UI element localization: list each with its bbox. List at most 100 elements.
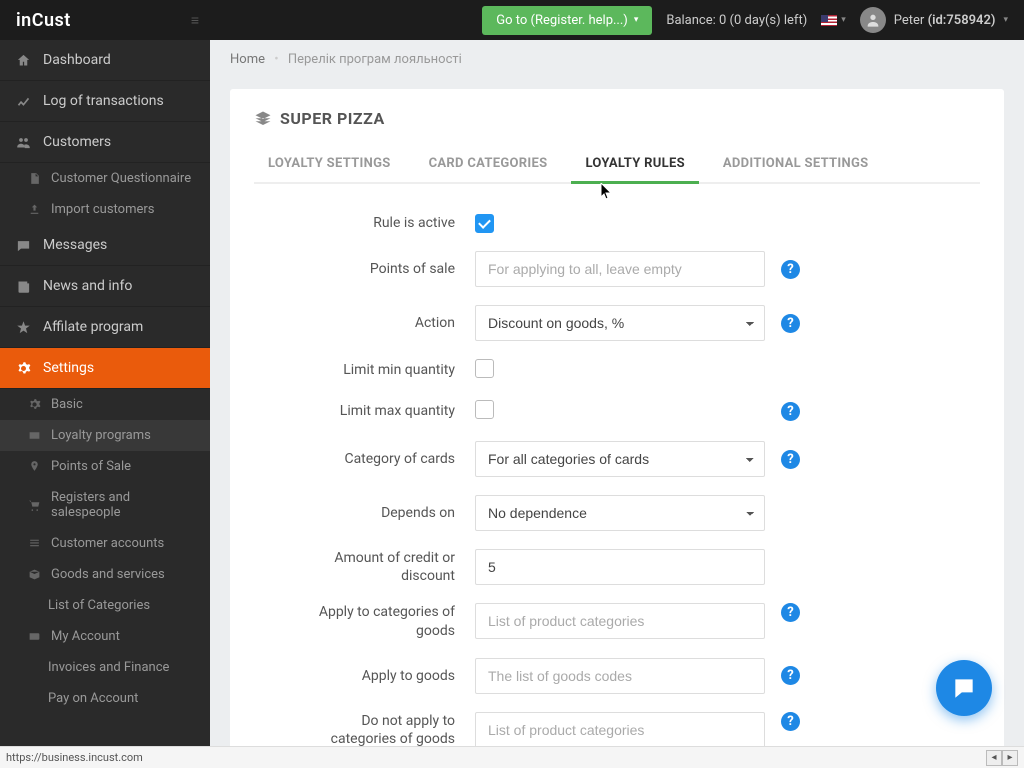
layers-icon <box>254 110 272 128</box>
sub-label: List of Categories <box>48 598 150 613</box>
scroll-right[interactable]: ▸ <box>1002 750 1018 766</box>
breadcrumb-sep: • <box>274 52 278 67</box>
chevron-down-icon: ▾ <box>841 15 846 25</box>
chevron-down-icon: ▾ <box>1003 15 1008 25</box>
help-icon[interactable]: ? <box>781 712 800 731</box>
gear-icon <box>28 398 41 411</box>
breadcrumb-home[interactable]: Home <box>230 52 265 67</box>
menu-toggle-icon[interactable]: ≡ <box>191 12 199 29</box>
cart-icon <box>28 499 41 512</box>
goto-label: Go to (Register. help...) <box>496 13 628 28</box>
chat-icon <box>951 675 977 701</box>
sub-label: Import customers <box>51 202 154 217</box>
label-rule-active: Rule is active <box>294 214 459 232</box>
balance-text: Balance: 0 (0 day(s) left) <box>666 13 807 28</box>
sub-label: Registers and salespeople <box>51 490 194 520</box>
help-icon[interactable]: ? <box>781 603 800 622</box>
news-icon <box>16 279 31 294</box>
tabs: LOYALTY SETTINGS CARD CATEGORIES LOYALTY… <box>254 146 980 184</box>
settings-goods[interactable]: Goods and services <box>0 559 210 590</box>
input-apply-cat[interactable] <box>475 603 765 639</box>
tab-card-categories[interactable]: CARD CATEGORIES <box>415 146 562 184</box>
sidebar-item-settings[interactable]: Settings <box>0 348 210 389</box>
settings-basic[interactable]: Basic <box>0 389 210 420</box>
select-action[interactable]: Discount on goods, % <box>475 305 765 341</box>
status-bar: https://business.incust.com ◂ ▸ <box>0 746 1024 768</box>
page-title: SUPER PIZZA <box>254 109 980 128</box>
sidebar-label: Messages <box>43 237 107 253</box>
home-icon <box>16 53 31 68</box>
chevron-down-icon: ▾ <box>634 15 639 25</box>
help-icon[interactable]: ? <box>781 450 800 469</box>
label-depends: Depends on <box>294 504 459 522</box>
gear-icon <box>16 361 31 376</box>
goto-button[interactable]: Go to (Register. help...) ▾ <box>482 6 652 35</box>
chat-fab[interactable] <box>936 660 992 716</box>
help-icon[interactable]: ? <box>781 402 800 421</box>
sidebar-item-customers[interactable]: Customers <box>0 122 210 163</box>
input-amount[interactable] <box>475 549 765 585</box>
box-icon <box>28 568 41 581</box>
sidebar-label: Customers <box>43 134 111 150</box>
sub-label: Basic <box>51 397 83 412</box>
settings-registers[interactable]: Registers and salespeople <box>0 482 210 528</box>
user-name: Peter (id:758942) <box>894 13 996 28</box>
label-apply-cat: Apply to categories of goods <box>294 603 459 639</box>
help-icon[interactable]: ? <box>781 260 800 279</box>
checkbox-rule-active[interactable] <box>475 214 494 233</box>
input-apply-goods[interactable] <box>475 658 765 694</box>
sidebar-item-messages[interactable]: Messages <box>0 225 210 266</box>
input-not-apply-cat[interactable] <box>475 712 765 748</box>
label-apply-goods: Apply to goods <box>294 667 459 685</box>
list-icon <box>28 537 41 550</box>
select-category-cards[interactable]: For all categories of cards <box>475 441 765 477</box>
user-menu[interactable]: Peter (id:758942) ▾ <box>860 7 1008 33</box>
doc-icon <box>28 172 41 185</box>
checkbox-limit-min[interactable] <box>475 359 494 378</box>
sidebar-item-log[interactable]: Log of transactions <box>0 81 210 122</box>
wallet-icon <box>28 630 41 643</box>
help-icon[interactable]: ? <box>781 666 800 685</box>
sidebar-item-affiliate[interactable]: Affilate program <box>0 307 210 348</box>
settings-payaccount[interactable]: Pay on Account <box>0 683 210 714</box>
sidebar-item-dashboard[interactable]: Dashboard <box>0 40 210 81</box>
settings-myaccount[interactable]: My Account <box>0 621 210 652</box>
help-icon[interactable]: ? <box>781 314 800 333</box>
sidebar-item-news[interactable]: News and info <box>0 266 210 307</box>
logo: inCust <box>16 10 71 31</box>
checkbox-limit-max[interactable] <box>475 400 494 419</box>
settings-pos[interactable]: Points of Sale <box>0 451 210 482</box>
tab-loyalty-settings[interactable]: LOYALTY SETTINGS <box>254 146 405 184</box>
chart-icon <box>16 94 31 109</box>
sidebar-label: Affilate program <box>43 319 143 335</box>
label-not-apply-cat: Do not apply to categories of goods <box>294 712 459 748</box>
settings-invoices[interactable]: Invoices and Finance <box>0 652 210 683</box>
pin-icon <box>28 460 41 473</box>
input-pos[interactable] <box>475 251 765 287</box>
sub-label: Invoices and Finance <box>48 660 169 675</box>
tab-loyalty-rules[interactable]: LOYALTY RULES <box>571 146 698 184</box>
settings-loyalty[interactable]: Loyalty programs <box>0 420 210 451</box>
settings-accounts[interactable]: Customer accounts <box>0 528 210 559</box>
sidebar-label: Log of transactions <box>43 93 164 109</box>
select-depends[interactable]: No dependence <box>475 495 765 531</box>
label-category-cards: Category of cards <box>294 450 459 468</box>
scroll-left[interactable]: ◂ <box>986 750 1002 766</box>
main-content: Home • Перелік програм лояльності SUPER … <box>210 40 1024 768</box>
breadcrumb: Home • Перелік програм лояльності <box>210 40 1024 79</box>
tab-additional[interactable]: ADDITIONAL SETTINGS <box>709 146 883 184</box>
label-pos: Points of sale <box>294 260 459 278</box>
scroll-arrows: ◂ ▸ <box>986 750 1018 766</box>
sub-label: Customer accounts <box>51 536 164 551</box>
sidebar: Dashboard Log of transactions Customers … <box>0 40 210 768</box>
language-selector[interactable]: ▾ <box>821 15 846 26</box>
content-card: SUPER PIZZA LOYALTY SETTINGS CARD CATEGO… <box>230 89 1004 768</box>
sidebar-sub-questionnaire[interactable]: Customer Questionnaire <box>0 163 210 194</box>
label-limit-max: Limit max quantity <box>294 402 459 420</box>
card-icon <box>28 429 41 442</box>
settings-goods-categories[interactable]: List of Categories <box>0 590 210 621</box>
sidebar-label: News and info <box>43 278 132 294</box>
sub-label: Goods and services <box>51 567 165 582</box>
sidebar-sub-import[interactable]: Import customers <box>0 194 210 225</box>
sub-label: Customer Questionnaire <box>51 171 191 186</box>
